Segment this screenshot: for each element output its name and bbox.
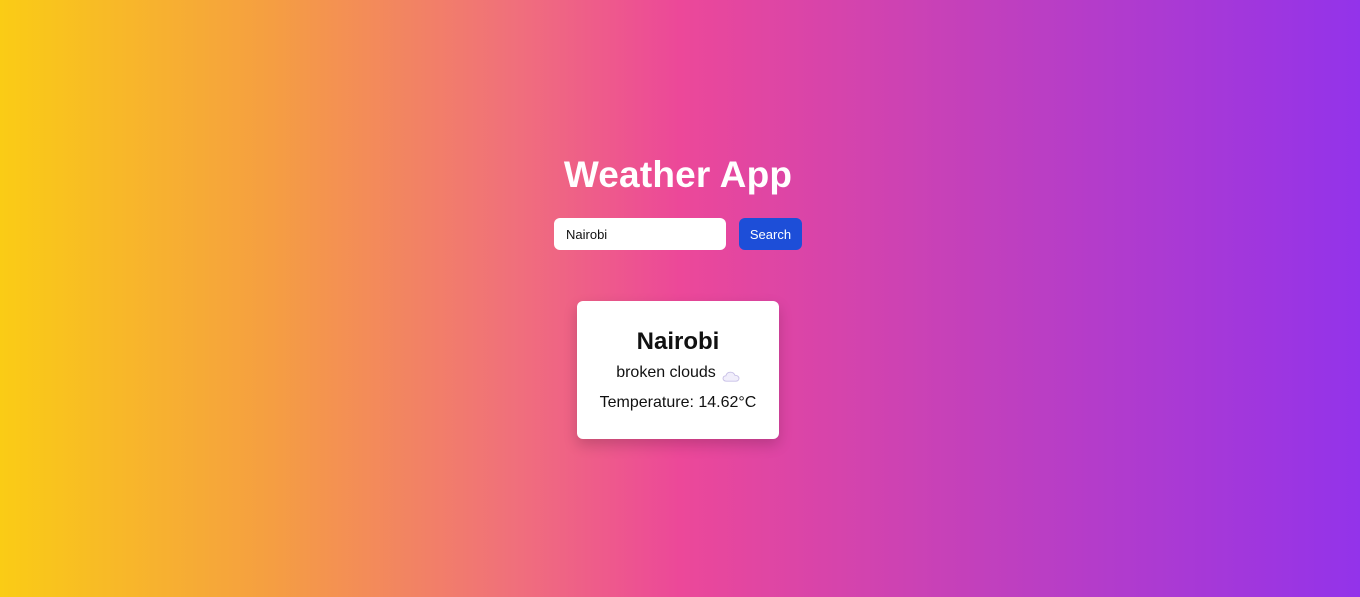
search-button[interactable]: Search <box>739 218 802 250</box>
search-input[interactable] <box>554 218 726 250</box>
cloud-icon <box>722 368 740 382</box>
weather-card: Nairobi broken clouds Temperature: 14.62… <box>577 301 779 439</box>
search-bar: Search <box>554 218 802 250</box>
weather-description: broken clouds <box>616 364 716 381</box>
app-title: Weather App <box>563 154 793 195</box>
temperature: Temperature: 14.62°C <box>599 394 757 411</box>
city-name: Nairobi <box>636 328 720 355</box>
weather-description-row: broken clouds <box>577 363 779 383</box>
weather-app: Weather App Search Nairobi broken clouds… <box>0 0 1360 597</box>
